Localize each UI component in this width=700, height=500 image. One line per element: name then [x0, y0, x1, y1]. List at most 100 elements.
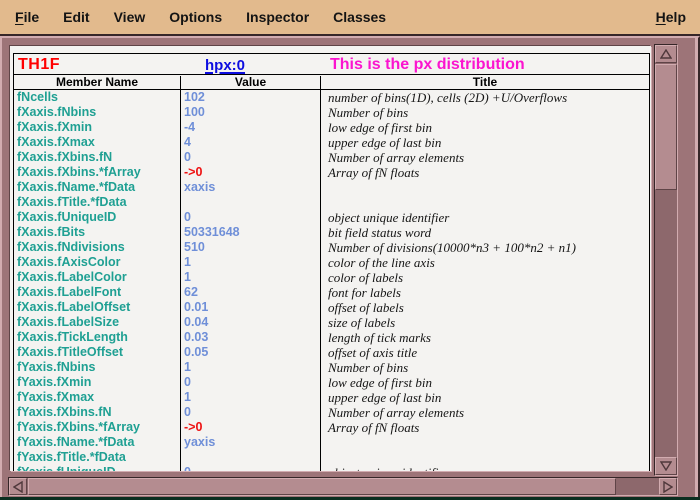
table-row[interactable]: fXaxis.fTitleOffset 0.05 offset of axis ti…: [14, 345, 649, 360]
member-title-cell: size of labels: [328, 315, 395, 330]
member-name-cell: fXaxis.fBits: [17, 225, 85, 240]
vertical-scrollbar-thumb[interactable]: [655, 64, 677, 190]
member-value-cell: 102: [184, 90, 205, 105]
table-row[interactable]: fXaxis.fTitle.*fData: [14, 195, 649, 210]
member-name-cell: fXaxis.fXmax: [17, 135, 95, 150]
table-row[interactable]: fXaxis.fXbins.*fArray->0Array of fN floa…: [14, 165, 649, 180]
member-title-cell: number of bins(1D), cells (2D) +U/Overfl…: [328, 90, 567, 105]
member-title-cell: Number of bins: [328, 105, 408, 120]
table-row[interactable]: fYaxis.fName.*fData yaxis: [14, 435, 649, 450]
member-title-cell: color of labels: [328, 270, 403, 285]
member-table-body: fNcells102number of bins(1D), cells (2D)…: [14, 90, 649, 471]
member-value-cell: 510: [184, 240, 205, 255]
window-body: TH1F hpx:0 This is the px distribution M…: [0, 36, 700, 500]
up-arrow-icon: [660, 49, 672, 59]
member-name-cell: fXaxis.fLabelFont: [17, 285, 121, 300]
member-value-cell: 0.05: [184, 345, 208, 360]
menu-item-inspector[interactable]: Inspector: [234, 9, 321, 25]
member-value-cell: -4: [184, 120, 195, 135]
member-name-cell: fXaxis.fXbins.fN: [17, 150, 112, 165]
horizontal-scrollbar-thumb[interactable]: [28, 478, 616, 495]
member-name-cell: fYaxis.fTitle.*fData: [17, 450, 126, 465]
column-header-value: Value: [181, 75, 320, 90]
table-row[interactable]: fXaxis.fAxisColor1color of the line axis: [14, 255, 649, 270]
column-divider: [320, 76, 321, 471]
vertical-scrollbar[interactable]: [654, 44, 678, 476]
object-name[interactable]: hpx:0: [205, 57, 245, 74]
menu-item-classes[interactable]: Classes: [321, 9, 398, 25]
member-value-cell: 0: [184, 210, 191, 225]
member-value-cell: 1: [184, 390, 191, 405]
table-row[interactable]: fXaxis.fXmin-4low edge of first bin: [14, 120, 649, 135]
root-object-inspector-window: FileEditViewOptionsInspectorClasses Help…: [0, 0, 700, 500]
table-row[interactable]: fYaxis.fUniqueID0object unique identifie…: [14, 465, 649, 471]
scroll-left-button[interactable]: [9, 478, 27, 495]
menu-bar-items: FileEditViewOptionsInspectorClasses: [3, 9, 398, 25]
table-row[interactable]: fYaxis.fNbins1Number of bins: [14, 360, 649, 375]
table-row[interactable]: fNcells102number of bins(1D), cells (2D)…: [14, 90, 649, 105]
member-name-cell: fXaxis.fLabelColor: [17, 270, 127, 285]
member-value-cell: 100: [184, 105, 205, 120]
table-viewport: TH1F hpx:0 This is the px distribution M…: [10, 46, 651, 471]
member-value-cell: 50331648: [184, 225, 240, 240]
member-name-cell: fXaxis.fLabelOffset: [17, 300, 130, 315]
table-row[interactable]: fYaxis.fXbins.*fArray->0Array of fN floa…: [14, 420, 649, 435]
table-row[interactable]: fXaxis.fXbins.fN0Number of array element…: [14, 150, 649, 165]
table-row[interactable]: fXaxis.fLabelFont62font for labels: [14, 285, 649, 300]
scroll-up-button[interactable]: [655, 45, 677, 63]
member-table: TH1F hpx:0 This is the px distribution M…: [13, 53, 650, 471]
member-value-cell: 4: [184, 135, 191, 150]
member-value-cell: 0: [184, 150, 191, 165]
member-value-cell: 0: [184, 465, 191, 471]
table-row[interactable]: fXaxis.fBits50331648bit field status wor…: [14, 225, 649, 240]
table-row[interactable]: fYaxis.fXmax1upper edge of last bin: [14, 390, 649, 405]
member-value-cell: 0.03: [184, 330, 208, 345]
member-title-cell: Array of fN floats: [328, 165, 419, 180]
member-value-cell: 1: [184, 255, 191, 270]
table-row[interactable]: fYaxis.fXbins.fN 0 Number of array element…: [14, 405, 649, 420]
member-title-cell: Array of fN floats: [328, 420, 419, 435]
member-title-cell: offset of axis title: [328, 345, 417, 360]
horizontal-scrollbar[interactable]: [8, 477, 678, 496]
member-value-cell: ->0: [184, 165, 202, 180]
member-title-cell: length of tick marks: [328, 330, 431, 345]
member-title-cell: Number of array elements: [328, 405, 464, 420]
member-value-cell: 0.04: [184, 315, 208, 330]
menu-item-file[interactable]: File: [3, 9, 51, 25]
window-bevel-highlight: [695, 38, 698, 498]
scroll-down-button[interactable]: [655, 457, 677, 475]
table-row[interactable]: fXaxis.fNdivisions510Number of divisions…: [14, 240, 649, 255]
menu-item-view[interactable]: View: [102, 9, 158, 25]
table-row[interactable]: fXaxis.fLabelColor1color of labels: [14, 270, 649, 285]
member-name-cell: fXaxis.fAxisColor: [17, 255, 121, 270]
menu-item-edit[interactable]: Edit: [51, 9, 101, 25]
member-name-cell: fXaxis.fLabelSize: [17, 315, 119, 330]
left-arrow-icon: [13, 481, 23, 493]
table-row[interactable]: fXaxis.fUniqueID0object unique identifie…: [14, 210, 649, 225]
table-row[interactable]: fXaxis.fXmax4upper edge of last bin: [14, 135, 649, 150]
member-title-cell: offset of labels: [328, 300, 404, 315]
menu-bar: FileEditViewOptionsInspectorClasses Help: [0, 0, 700, 36]
scroll-right-button[interactable]: [659, 478, 677, 495]
menu-item-options[interactable]: Options: [157, 9, 234, 25]
member-value-cell: 62: [184, 285, 198, 300]
member-name-cell: fYaxis.fXbins.fN: [17, 405, 111, 420]
table-row[interactable]: fXaxis.fTickLength0.03length of tick mar…: [14, 330, 649, 345]
menu-item-help[interactable]: Help: [644, 9, 686, 25]
member-name-cell: fYaxis.fXmax: [17, 390, 94, 405]
member-title-cell: Number of bins: [328, 360, 408, 375]
table-row[interactable]: fYaxis.fXmin0low edge of first bin: [14, 375, 649, 390]
member-value-cell: yaxis: [184, 435, 215, 450]
table-row[interactable]: fXaxis.fLabelOffset 0.01 offset of labels: [14, 300, 649, 315]
table-row[interactable]: fXaxis.fName.*fDataxaxis: [14, 180, 649, 195]
member-name-cell: fYaxis.fName.*fData: [17, 435, 134, 450]
member-name-cell: fYaxis.fXmin: [17, 375, 91, 390]
member-name-cell: fXaxis.fTitleOffset: [17, 345, 123, 360]
member-value-cell: 0: [184, 405, 191, 420]
table-row[interactable]: fXaxis.fLabelSize 0.04 size of labels: [14, 315, 649, 330]
table-row[interactable]: fYaxis.fTitle.*fData: [14, 450, 649, 465]
member-title-cell: Number of divisions(10000*n3 + 100*n2 + …: [328, 240, 576, 255]
member-value-cell: 0.01: [184, 300, 208, 315]
column-divider: [180, 76, 181, 471]
table-row[interactable]: fXaxis.fNbins100Number of bins: [14, 105, 649, 120]
